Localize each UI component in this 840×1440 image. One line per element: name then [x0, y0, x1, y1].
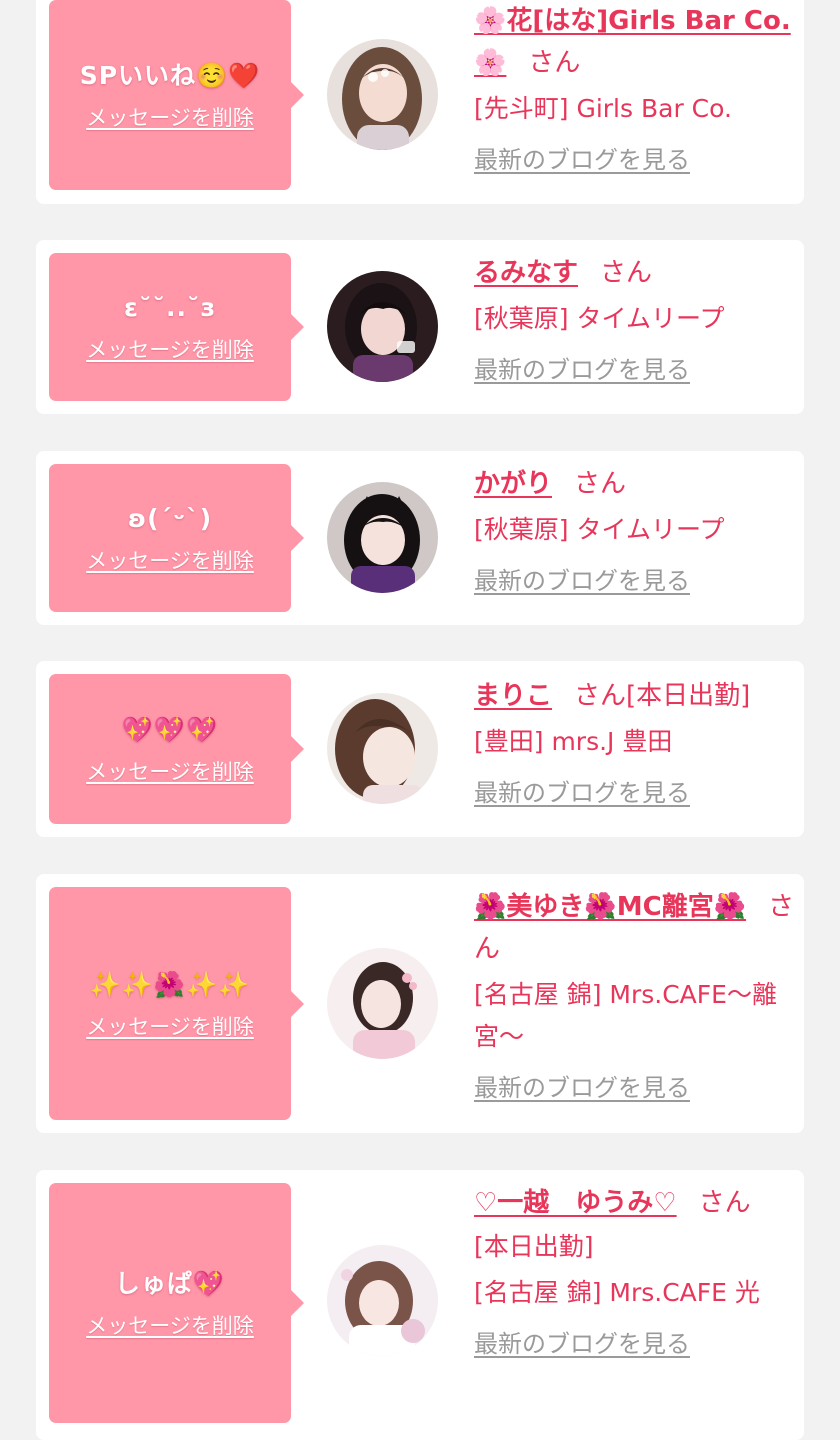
message-bubble: 💖💖💖 メッセージを削除: [49, 674, 304, 824]
honorific-label: さん: [528, 48, 581, 78]
message-text: ε˘˘..˘з: [124, 293, 216, 322]
message-text: SPいいね☺️❤️: [79, 61, 261, 90]
shop-label: [豊田] mrs.J 豊田: [474, 727, 673, 756]
name-line: 🌸花[はな]Girls Bar Co.🌸 さん: [474, 0, 796, 84]
cast-photo-avatar[interactable]: [327, 1245, 438, 1356]
shop-label: [名古屋 錦] Mrs.CAFE〜離宮〜: [474, 980, 777, 1051]
cast-name-link[interactable]: るみなす: [474, 258, 578, 288]
shop-label: [秋葉原] タイムリープ: [474, 515, 725, 544]
delete-message-link[interactable]: メッセージを削除: [86, 758, 254, 786]
cast-photo-avatar[interactable]: [327, 482, 438, 593]
delete-message-link[interactable]: メッセージを削除: [86, 336, 254, 364]
message-bubble: しゅぱ💖 メッセージを削除: [49, 1183, 304, 1423]
message-card: ε˘˘..˘з メッセージを削除 るみなす さん [秋葉原] タイムリープ 最新の…: [36, 240, 804, 414]
message-card: SPいいね☺️❤️ メッセージを削除 🌸花[はな]Girls Bar Co.🌸 さ…: [36, 0, 804, 204]
message-bubble: ✨✨🌺✨✨ メッセージを削除: [49, 887, 304, 1120]
name-line: ♡一越 ゆうみ♡ さん: [474, 1182, 796, 1224]
delete-message-link[interactable]: メッセージを削除: [86, 547, 254, 575]
shop-label: [名古屋 錦] Mrs.CAFE 光: [474, 1278, 760, 1307]
shop-label: [秋葉原] タイムリープ: [474, 304, 725, 333]
view-latest-blog-link[interactable]: 最新のブログを見る: [474, 565, 690, 597]
honorific-label: さん: [574, 681, 627, 711]
message-list: SPいいね☺️❤️ メッセージを削除 🌸花[はな]Girls Bar Co.🌸 さ…: [0, 0, 840, 1440]
message-card: ✨✨🌺✨✨ メッセージを削除 🌺美ゆき🌺MC離宮🌺 さん [名古屋 錦] Mrs.…: [36, 874, 804, 1133]
attendance-status-label: [本日出勤]: [474, 1232, 594, 1261]
honorific-label: さん: [574, 469, 627, 499]
cast-photo-avatar[interactable]: [327, 271, 438, 382]
name-line: 🌺美ゆき🌺MC離宮🌺 さん: [474, 886, 798, 970]
cast-info: るみなす さん [秋葉原] タイムリープ 最新のブログを見る: [474, 252, 796, 386]
cast-info: まりこ さん[本日出勤] [豊田] mrs.J 豊田 最新のブログを見る: [474, 675, 796, 809]
message-text: しゅぱ💖: [114, 1269, 226, 1298]
cast-photo-avatar[interactable]: [327, 693, 438, 804]
delete-message-link[interactable]: メッセージを削除: [86, 1312, 254, 1340]
message-card: しゅぱ💖 メッセージを削除 ♡一越 ゆうみ♡ さん [本日出勤] [名古屋 錦] …: [36, 1170, 804, 1440]
message-bubble: SPいいね☺️❤️ メッセージを削除: [49, 0, 304, 190]
message-bubble: ʚ(ˊᵕˋ) メッセージを削除: [49, 464, 304, 612]
message-text: ✨✨🌺✨✨: [89, 969, 251, 999]
cast-info: 🌸花[はな]Girls Bar Co.🌸 さん [先斗町] Girls Bar C…: [474, 0, 796, 176]
cast-info: 🌺美ゆき🌺MC離宮🌺 さん [名古屋 錦] Mrs.CAFE〜離宮〜 最新のブログ…: [474, 886, 798, 1104]
cast-photo-avatar[interactable]: [327, 39, 438, 150]
name-line: るみなす さん: [474, 252, 796, 294]
honorific-label: さん: [600, 258, 653, 288]
view-latest-blog-link[interactable]: 最新のブログを見る: [474, 1328, 690, 1360]
delete-message-link[interactable]: メッセージを削除: [86, 1013, 254, 1041]
cast-info: ♡一越 ゆうみ♡ さん [本日出勤] [名古屋 錦] Mrs.CAFE 光 最新の…: [474, 1182, 796, 1360]
shop-label: [先斗町] Girls Bar Co.: [474, 94, 732, 123]
attendance-status-label: [本日出勤]: [626, 681, 751, 711]
view-latest-blog-link[interactable]: 最新のブログを見る: [474, 777, 690, 809]
name-line: かがり さん: [474, 463, 796, 505]
cast-name-link[interactable]: 🌺美ゆき🌺MC離宮🌺: [474, 892, 746, 922]
delete-message-link[interactable]: メッセージを削除: [86, 104, 254, 132]
message-card: ʚ(ˊᵕˋ) メッセージを削除 かがり さん [秋葉原] タイムリープ 最新のブロ…: [36, 451, 804, 625]
message-text: 💖💖💖: [121, 715, 219, 744]
cast-info: かがり さん [秋葉原] タイムリープ 最新のブログを見る: [474, 463, 796, 597]
view-latest-blog-link[interactable]: 最新のブログを見る: [474, 354, 690, 386]
cast-name-link[interactable]: まりこ: [474, 681, 552, 711]
message-text: ʚ(ˊᵕˋ): [127, 504, 213, 533]
cast-photo-avatar[interactable]: [327, 948, 438, 1059]
honorific-label: さん: [698, 1188, 751, 1218]
cast-name-link[interactable]: 🌸花[はな]Girls Bar Co.🌸: [474, 6, 791, 78]
view-latest-blog-link[interactable]: 最新のブログを見る: [474, 144, 690, 176]
name-line: まりこ さん[本日出勤]: [474, 675, 796, 717]
view-latest-blog-link[interactable]: 最新のブログを見る: [474, 1072, 690, 1104]
message-bubble: ε˘˘..˘з メッセージを削除: [49, 253, 304, 401]
cast-name-link[interactable]: かがり: [474, 469, 552, 499]
cast-name-link[interactable]: ♡一越 ゆうみ♡: [474, 1188, 677, 1218]
message-card: 💖💖💖 メッセージを削除 まりこ さん[本日出勤] [豊田] mrs.J 豊田 最…: [36, 661, 804, 837]
